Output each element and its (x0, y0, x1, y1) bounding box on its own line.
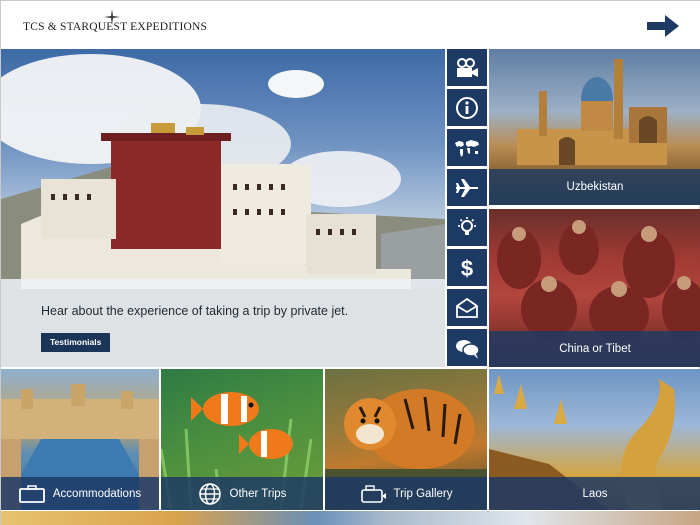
destination-tile-china-tibet[interactable]: China or Tibet (489, 209, 700, 367)
bottom-image-strip (1, 511, 700, 525)
star-icon (104, 9, 120, 25)
hero-banner[interactable]: Hear about the experience of taking a tr… (1, 49, 445, 367)
destination-tile-uzbekistan[interactable]: Uzbekistan (489, 49, 700, 205)
testimonials-button[interactable]: Testimonials (41, 333, 111, 352)
header: TCS & STARQUEST EXPEDITIONS (1, 1, 700, 49)
accommodations-label: Accommodations (52, 487, 142, 500)
info-icon (456, 96, 478, 119)
pricing-button[interactable]: $ (447, 249, 487, 286)
video-button[interactable] (447, 49, 487, 86)
trip-gallery-tile[interactable]: Trip Gallery (325, 369, 487, 510)
destination-tile-laos[interactable]: Laos (489, 369, 700, 510)
icon-sidebar: $ (447, 49, 487, 367)
suitcase-icon (18, 484, 45, 503)
chat-bubbles-icon (456, 339, 480, 359)
laos-label: Laos (489, 477, 700, 510)
ideas-button[interactable] (447, 209, 487, 246)
world-map-icon (455, 139, 479, 157)
chat-button[interactable] (447, 329, 487, 366)
map-button[interactable] (447, 129, 487, 166)
accommodations-tile[interactable]: Accommodations (1, 369, 159, 510)
hero-caption-text: Hear about the experience of taking a tr… (41, 304, 349, 318)
hero-caption-panel: Hear about the experience of taking a tr… (1, 279, 445, 367)
trip-gallery-label-bar: Trip Gallery (325, 477, 487, 510)
svg-text:$: $ (461, 256, 473, 280)
video-camera-icon (457, 57, 478, 77)
info-button[interactable] (447, 89, 487, 126)
other-trips-tile[interactable]: Other Trips (161, 369, 323, 510)
airplane-icon (456, 178, 478, 197)
uzbekistan-label: Uzbekistan (489, 169, 700, 205)
contact-button[interactable] (447, 289, 487, 326)
trip-gallery-label: Trip Gallery (393, 487, 453, 500)
globe-icon (198, 482, 221, 505)
flights-button[interactable] (447, 169, 487, 206)
logo[interactable]: TCS & STARQUEST EXPEDITIONS (23, 9, 207, 39)
envelope-icon (456, 297, 478, 318)
lightbulb-icon (458, 216, 476, 235)
camera-icon (360, 484, 386, 503)
accommodations-label-bar: Accommodations (1, 477, 159, 510)
app-window: TCS & STARQUEST EXPEDITIONS Hear about t… (0, 0, 700, 525)
arrow-right-icon[interactable] (647, 15, 679, 37)
other-trips-label-bar: Other Trips (161, 477, 323, 510)
other-trips-label: Other Trips (229, 487, 287, 500)
dollar-icon: $ (461, 256, 473, 280)
china-tibet-label: China or Tibet (489, 331, 700, 367)
